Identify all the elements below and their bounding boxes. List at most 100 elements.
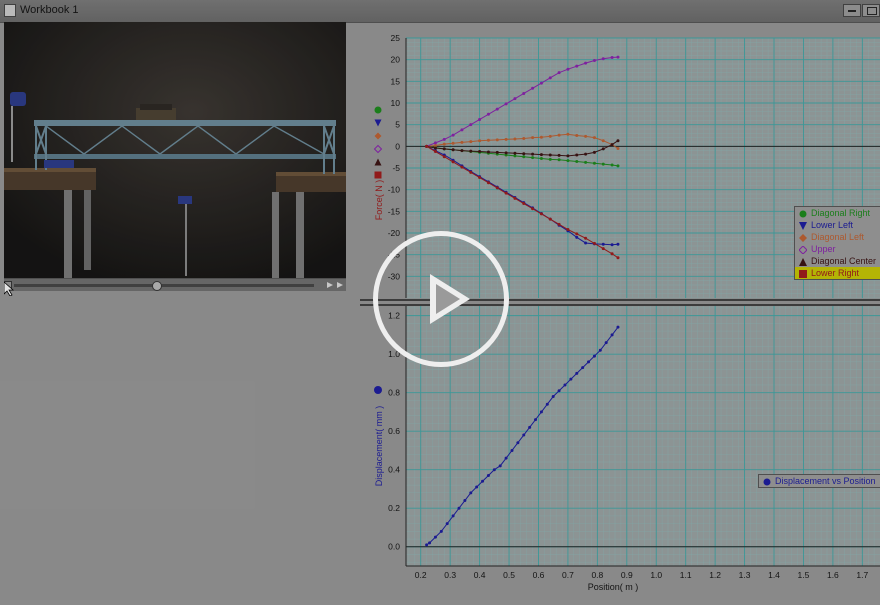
data-point [478, 150, 482, 154]
data-point [451, 514, 455, 518]
data-point [616, 325, 620, 329]
x-tick-label: 1.3 [739, 570, 751, 580]
data-point [486, 473, 490, 477]
seek-thumb[interactable] [152, 281, 162, 291]
x-tick-label: 1.0 [650, 570, 662, 580]
x-tick-label: 1.1 [680, 570, 692, 580]
data-point [445, 522, 449, 526]
data-point [478, 139, 482, 143]
data-point [428, 541, 432, 545]
data-point [433, 143, 437, 147]
data-point [478, 117, 482, 121]
data-point [539, 135, 543, 139]
data-point [374, 132, 382, 140]
data-point [592, 150, 596, 154]
maximize-button[interactable] [862, 4, 880, 17]
data-point [531, 86, 535, 90]
play-end-icon[interactable] [336, 281, 344, 289]
video-seek-bar[interactable] [4, 278, 346, 291]
y-tick-label: 15 [391, 76, 401, 86]
x-tick-label: 1.7 [856, 570, 868, 580]
x-tick-label: 1.5 [798, 570, 810, 580]
data-point [469, 123, 473, 127]
y-tick-label: -10 [388, 185, 401, 195]
data-point [534, 418, 538, 422]
data-point [610, 143, 614, 147]
data-point [548, 134, 552, 138]
legend-marker-icon [799, 257, 807, 266]
data-point [460, 140, 464, 144]
workbook-window: Workbook 1 0.2 0.3 0.4 0.5 0.6 0.7 0.8 0… [0, 0, 880, 600]
data-point [495, 107, 499, 111]
y-tick-label: 0.2 [388, 503, 400, 513]
play-button[interactable] [373, 231, 509, 367]
data-point [469, 140, 473, 144]
legend-item: Upper [795, 243, 880, 255]
data-point [522, 152, 526, 156]
data-point [610, 333, 614, 337]
data-point [601, 242, 605, 246]
y-tick-label: 10 [391, 98, 401, 108]
minimize-icon [848, 10, 856, 12]
data-point [584, 160, 588, 164]
data-point [486, 138, 490, 142]
x-tick-label: 0.3 [444, 570, 456, 580]
data-point [528, 425, 532, 429]
data-point [442, 142, 446, 146]
data-point [492, 468, 496, 472]
workbook-icon [4, 4, 16, 17]
data-point [374, 158, 382, 166]
data-point [557, 153, 561, 157]
x-tick-label: 1.2 [709, 570, 721, 580]
data-point [374, 171, 382, 179]
data-point [616, 256, 620, 260]
data-point [478, 176, 482, 180]
bridge-video-image [4, 22, 346, 278]
data-point [495, 150, 499, 154]
seek-track[interactable] [14, 284, 314, 287]
legend-item: Diagonal Right [795, 207, 880, 219]
data-point [610, 243, 614, 247]
legend-label: Displacement vs Position [775, 476, 876, 486]
data-point [598, 348, 602, 352]
data-point [469, 491, 473, 495]
data-point [481, 479, 485, 483]
legend-label: Diagonal Center [811, 256, 877, 266]
y-tick-label: 25 [391, 33, 401, 43]
data-point [566, 67, 570, 71]
x-axis-title: Position( m ) [588, 582, 639, 592]
y-tick-label: 0 [395, 141, 400, 151]
data-point [433, 150, 437, 154]
y-tick-label: 20 [391, 55, 401, 65]
data-point [616, 147, 620, 150]
legend-label: Upper [811, 244, 836, 254]
data-point [425, 543, 429, 547]
data-point [557, 158, 561, 162]
legend-marker-icon [799, 221, 807, 230]
step-forward-icon[interactable] [326, 281, 334, 289]
legend-marker-icon [799, 269, 807, 278]
data-point [601, 57, 605, 61]
data-point [486, 181, 490, 185]
legend-item: Displacement vs Position [759, 475, 880, 487]
data-point [601, 147, 605, 151]
mouse-cursor-icon [4, 282, 14, 296]
data-point [610, 252, 614, 256]
data-point [539, 81, 543, 85]
data-point [463, 499, 467, 503]
data-point [522, 91, 526, 95]
data-point [601, 139, 605, 143]
data-point [575, 153, 579, 157]
data-point [575, 64, 579, 68]
data-point [610, 163, 614, 167]
window-title: Workbook 1 [20, 4, 79, 16]
data-point [584, 61, 588, 65]
minimize-button[interactable] [843, 4, 861, 17]
displacement-legend: Displacement vs Position [758, 474, 880, 488]
data-point [504, 102, 508, 106]
data-point [433, 146, 437, 150]
data-point [513, 97, 517, 101]
force-axis-title: Force( N ) [374, 180, 384, 221]
video-frame[interactable] [4, 22, 346, 278]
data-point [575, 160, 579, 163]
